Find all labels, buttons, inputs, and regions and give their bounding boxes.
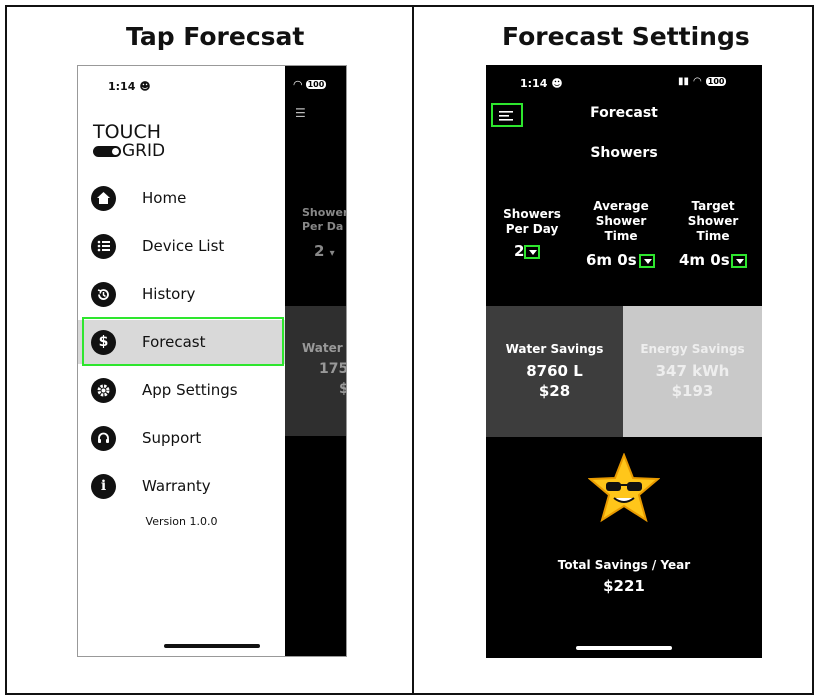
- avg-time-label: Average Shower Time: [593, 199, 649, 243]
- total-savings-value: $221: [603, 577, 645, 595]
- menu-label: Support: [142, 429, 202, 447]
- underlying-screen: ◠ 100 ☰ Shower Per Da 2 ▾ Water 175 $: [285, 66, 347, 656]
- water-savings-amount: 8760 L: [526, 362, 583, 380]
- home-icon: [91, 185, 116, 211]
- behind-showers-value: 2 ▾: [314, 242, 335, 260]
- behind-showers-label: Shower Per Da: [302, 206, 347, 233]
- avg-time-value[interactable]: 6m 0s: [586, 251, 655, 269]
- menu-label: App Settings: [142, 381, 238, 399]
- status-time: 1:14 ☻: [108, 80, 151, 93]
- menu-item-app-settings[interactable]: App Settings: [78, 368, 285, 412]
- info-icon: i: [91, 473, 116, 499]
- showers-per-day-value[interactable]: 2: [514, 242, 541, 260]
- logo-toggle-icon: [93, 145, 121, 157]
- energy-savings-card: Energy Savings 347 kWh $193: [623, 306, 762, 437]
- behind-water-card: Water 175 $: [285, 306, 346, 436]
- right-panel-title: Forecast Settings: [502, 22, 750, 51]
- version-text: Version 1.0.0: [145, 515, 218, 528]
- panel-divider: [412, 5, 414, 695]
- home-indicator: [164, 644, 260, 648]
- section-title: Showers: [590, 145, 658, 161]
- battery-icon: 100: [705, 77, 727, 86]
- menu-button-dimmed: ☰: [295, 106, 306, 120]
- target-time-value[interactable]: 4m 0s: [679, 251, 747, 269]
- menu-item-history[interactable]: History: [78, 272, 285, 316]
- header-title: Forecast: [590, 105, 658, 121]
- total-savings-label: Total Savings / Year: [557, 558, 691, 572]
- status-right: ◠ 100: [293, 78, 327, 91]
- energy-savings-amount: 347 kWh: [655, 362, 730, 380]
- menu-label: History: [142, 285, 196, 303]
- water-savings-card: Water Savings 8760 L $28: [486, 306, 623, 437]
- energy-savings-label: Energy Savings: [640, 342, 745, 356]
- target-time-dropdown-caret[interactable]: [730, 253, 747, 268]
- gear-icon: [91, 377, 116, 403]
- wifi-icon: ◠: [693, 76, 702, 87]
- energy-savings-money: $193: [671, 382, 714, 400]
- signal-icon: ▮▮: [678, 76, 690, 87]
- list-icon: [91, 233, 116, 259]
- showers-per-day-label: Showers Per Day: [503, 207, 561, 236]
- history-icon: [91, 281, 116, 307]
- status-right: ▮▮ ◠ 100: [678, 76, 727, 87]
- phone-forecast-screen: 1:14 ☻ ▮▮ ◠ 100 Forecast Showers Showers…: [486, 65, 762, 658]
- menu-label: Device List: [142, 237, 225, 255]
- showers-dropdown-caret[interactable]: [524, 244, 541, 259]
- avg-time-dropdown-caret[interactable]: [638, 253, 655, 268]
- battery-icon: 100: [305, 80, 327, 89]
- left-panel-title: Tap Forecsat: [126, 22, 305, 51]
- touchgrid-logo: TOUCH GRID: [93, 121, 166, 161]
- status-time: 1:14 ☻: [520, 77, 563, 90]
- menu-item-warranty[interactable]: i Warranty: [78, 464, 285, 508]
- target-time-label: Target Shower Time: [687, 199, 739, 243]
- phone-menu-screen: 1:14 ☻ TOUCH GRID Home Device List Histo…: [77, 65, 347, 657]
- water-savings-label: Water Savings: [505, 342, 604, 356]
- wifi-icon: ◠: [293, 78, 303, 91]
- menu-label: Home: [142, 189, 187, 207]
- water-savings-money: $28: [538, 382, 571, 400]
- menu-item-support[interactable]: Support: [78, 416, 285, 460]
- menu-item-device-list[interactable]: Device List: [78, 224, 285, 268]
- forecast-highlight: [82, 317, 284, 366]
- star-sunglasses-icon: [588, 453, 660, 523]
- headset-icon: [91, 425, 116, 451]
- menu-item-home[interactable]: Home: [78, 176, 285, 220]
- home-indicator: [576, 646, 672, 650]
- menu-label: Warranty: [142, 477, 211, 495]
